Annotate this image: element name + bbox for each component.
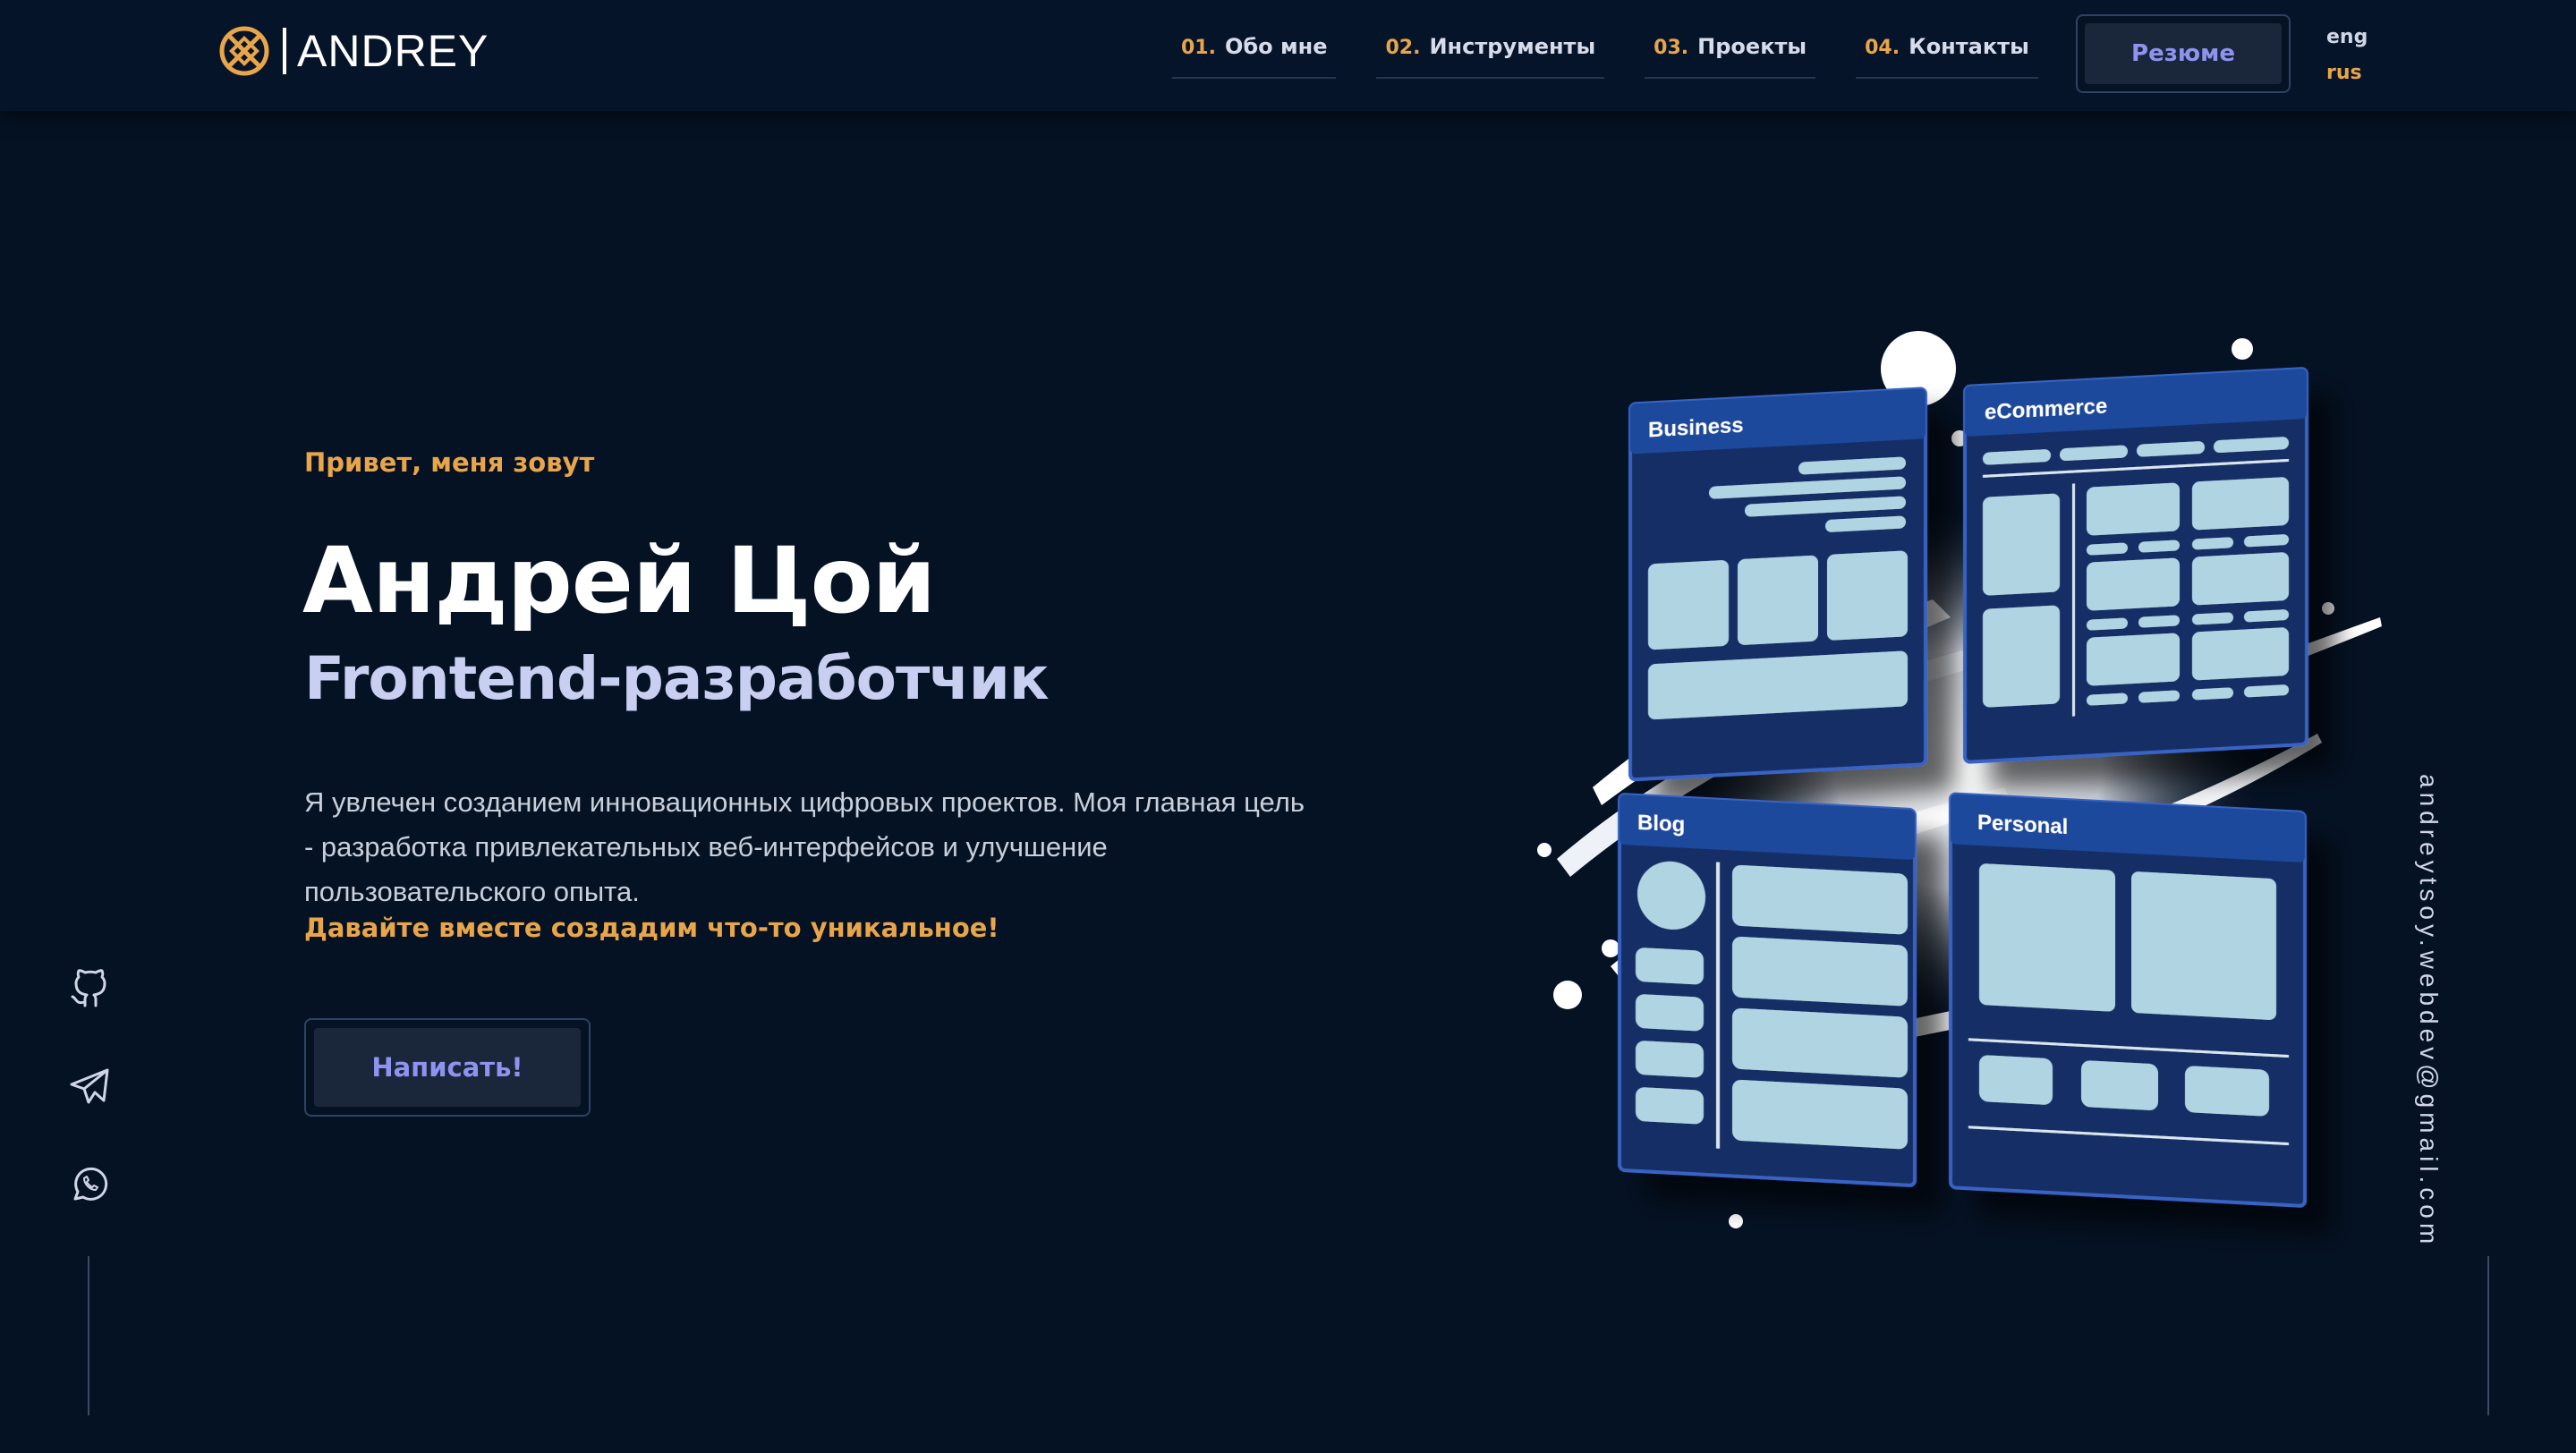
logo[interactable]: ANDREY (218, 25, 489, 77)
nav-number: 04. (1865, 37, 1900, 59)
logo-icon (219, 26, 269, 76)
lang-rus[interactable]: rus (2326, 55, 2368, 91)
card-label-personal: Personal (1977, 811, 2068, 839)
nav-number: 01. (1181, 37, 1216, 59)
resume-button[interactable]: Резюме (2076, 14, 2291, 93)
nav-item-contacts[interactable]: 04. Контакты (1856, 30, 2038, 79)
write-button[interactable]: Написать! (304, 1018, 591, 1117)
hero-description: Я увлечен созданием инновационных цифров… (304, 786, 1305, 907)
website-types-illustration: Business eCommerce Blog Personal (1537, 331, 2382, 1228)
nav-number: 02. (1385, 37, 1421, 59)
site-header: ANDREY 01. Обо мне 02. Инструменты 03. Прое… (0, 0, 2576, 111)
card-label-business: Business (1648, 413, 1744, 443)
hero-name: Андрей Цой (302, 528, 936, 634)
nav-item-projects[interactable]: 03. Проекты (1645, 30, 1816, 79)
lang-eng[interactable]: eng (2326, 20, 2368, 55)
nav-label: Контакты (1909, 34, 2029, 59)
card-label-blog: Blog (1637, 811, 1685, 837)
write-button-label: Написать! (314, 1028, 581, 1107)
business-card: Business (1628, 387, 1927, 782)
whatsapp-icon[interactable] (68, 1163, 111, 1206)
nav-label: Инструменты (1429, 34, 1596, 59)
telegram-icon[interactable] (68, 1065, 111, 1108)
logo-text: ANDREY (297, 26, 489, 76)
github-icon[interactable] (68, 966, 111, 1009)
ecommerce-card: eCommerce (1963, 367, 2308, 764)
blog-card: Blog (1618, 793, 1917, 1187)
hero-role: Frontend-разработчик (304, 644, 1050, 713)
resume-button-label: Резюме (2085, 23, 2282, 84)
right-divider-line (2487, 1256, 2489, 1415)
social-links (68, 966, 111, 1262)
nav-number: 03. (1654, 37, 1689, 59)
main-nav: 01. Обо мне 02. Инструменты 03. Проекты 04.… (1172, 30, 2079, 79)
language-switcher: eng rus (2326, 20, 2368, 91)
personal-card: Personal (1949, 792, 2307, 1208)
hero-cta: Давайте вместе создадим что-то уникально… (304, 913, 999, 943)
hero-greeting: Привет, меня зовут (304, 447, 595, 478)
left-divider-line (88, 1256, 89, 1415)
nav-item-tools[interactable]: 02. Инструменты (1376, 30, 1605, 79)
nav-item-about[interactable]: 01. Обо мне (1172, 30, 1337, 79)
nav-label: Обо мне (1224, 34, 1328, 59)
nav-label: Проекты (1697, 34, 1807, 59)
logo-divider (283, 28, 286, 74)
